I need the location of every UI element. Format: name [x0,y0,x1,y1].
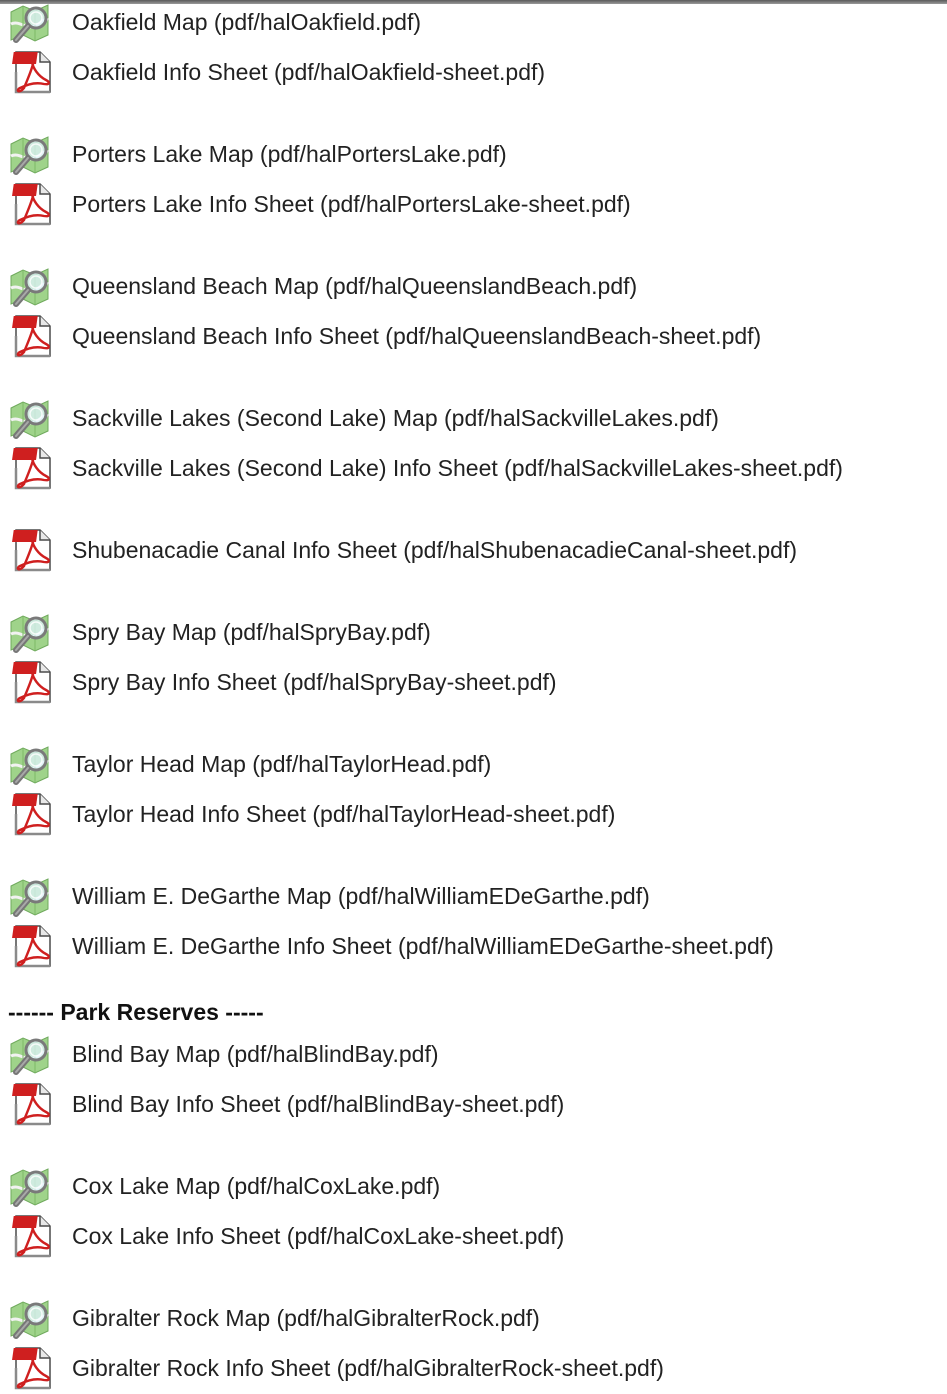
map-link[interactable]: Oakfield Map (pdf/halOakfield.pdf) [0,0,947,44]
info-sheet-link[interactable]: Blind Bay Info Sheet (pdf/halBlindBay-sh… [0,1082,947,1126]
map-link[interactable]: Spry Bay Map (pdf/halSpryBay.pdf) [0,610,947,654]
pdf-icon[interactable] [8,528,56,572]
info-sheet-link-label[interactable]: Cox Lake Info Sheet (pdf/halCoxLake-shee… [72,1214,564,1258]
map-search-icon[interactable] [8,610,56,654]
info-sheet-link[interactable]: Taylor Head Info Sheet (pdf/halTaylorHea… [0,792,947,836]
info-sheet-link[interactable]: Porters Lake Info Sheet (pdf/halPortersL… [0,182,947,226]
map-link-label[interactable]: Oakfield Map (pdf/halOakfield.pdf) [72,0,421,44]
info-sheet-link-label[interactable]: Taylor Head Info Sheet (pdf/halTaylorHea… [72,792,615,836]
map-link-label[interactable]: William E. DeGarthe Map (pdf/halWilliamE… [72,874,650,918]
map-link[interactable]: Gibralter Rock Map (pdf/halGibralterRock… [0,1296,947,1340]
map-link[interactable]: Queensland Beach Map (pdf/halQueenslandB… [0,264,947,308]
info-sheet-link[interactable]: Oakfield Info Sheet (pdf/halOakfield-she… [0,50,947,94]
info-sheet-link[interactable]: William E. DeGarthe Info Sheet (pdf/halW… [0,924,947,968]
info-sheet-link[interactable]: Shubenacadie Canal Info Sheet (pdf/halSh… [0,528,947,572]
info-sheet-link-label[interactable]: William E. DeGarthe Info Sheet (pdf/halW… [72,924,774,968]
map-link-label[interactable]: Porters Lake Map (pdf/halPortersLake.pdf… [72,132,507,176]
info-sheet-link[interactable]: Cox Lake Info Sheet (pdf/halCoxLake-shee… [0,1214,947,1258]
map-search-icon[interactable] [8,396,56,440]
info-sheet-link-label[interactable]: Spry Bay Info Sheet (pdf/halSpryBay-shee… [72,660,557,704]
map-link-label[interactable]: Queensland Beach Map (pdf/halQueenslandB… [72,264,637,308]
info-sheet-link-label[interactable]: Porters Lake Info Sheet (pdf/halPortersL… [72,182,631,226]
map-search-icon[interactable] [8,742,56,786]
pdf-icon[interactable] [8,792,56,836]
info-sheet-link-label[interactable]: Shubenacadie Canal Info Sheet (pdf/halSh… [72,528,797,572]
pdf-icon[interactable] [8,1346,56,1390]
map-link-label[interactable]: Blind Bay Map (pdf/halBlindBay.pdf) [72,1032,439,1076]
pdf-icon[interactable] [8,924,56,968]
map-search-icon[interactable] [8,1164,56,1208]
info-sheet-link-label[interactable]: Sackville Lakes (Second Lake) Info Sheet… [72,446,843,490]
map-search-icon[interactable] [8,264,56,308]
pdf-icon[interactable] [8,660,56,704]
map-link-label[interactable]: Taylor Head Map (pdf/halTaylorHead.pdf) [72,742,491,786]
pdf-icon[interactable] [8,446,56,490]
section-heading: ------ Park Reserves ----- [8,999,264,1025]
pdf-icon[interactable] [8,1082,56,1126]
map-search-icon[interactable] [8,874,56,918]
map-link[interactable]: William E. DeGarthe Map (pdf/halWilliamE… [0,874,947,918]
info-sheet-link-label[interactable]: Oakfield Info Sheet (pdf/halOakfield-she… [72,50,545,94]
info-sheet-link[interactable]: Sackville Lakes (Second Lake) Info Sheet… [0,446,947,490]
pdf-icon[interactable] [8,1214,56,1258]
info-sheet-link[interactable]: Spry Bay Info Sheet (pdf/halSpryBay-shee… [0,660,947,704]
map-link-label[interactable]: Gibralter Rock Map (pdf/halGibralterRock… [72,1296,540,1340]
info-sheet-link-label[interactable]: Queensland Beach Info Sheet (pdf/halQuee… [72,314,761,358]
info-sheet-link[interactable]: Gibralter Rock Info Sheet (pdf/halGibral… [0,1346,947,1390]
map-link-label[interactable]: Cox Lake Map (pdf/halCoxLake.pdf) [72,1164,440,1208]
map-link[interactable]: Cox Lake Map (pdf/halCoxLake.pdf) [0,1164,947,1208]
map-search-icon[interactable] [8,132,56,176]
map-link[interactable]: Blind Bay Map (pdf/halBlindBay.pdf) [0,1032,947,1076]
map-link[interactable]: Sackville Lakes (Second Lake) Map (pdf/h… [0,396,947,440]
info-sheet-link-label[interactable]: Blind Bay Info Sheet (pdf/halBlindBay-sh… [72,1082,564,1126]
map-link[interactable]: Taylor Head Map (pdf/halTaylorHead.pdf) [0,742,947,786]
pdf-icon[interactable] [8,50,56,94]
pdf-icon[interactable] [8,182,56,226]
pdf-icon[interactable] [8,314,56,358]
map-link-label[interactable]: Sackville Lakes (Second Lake) Map (pdf/h… [72,396,719,440]
map-search-icon[interactable] [8,0,56,44]
map-link-label[interactable]: Spry Bay Map (pdf/halSpryBay.pdf) [72,610,431,654]
map-link[interactable]: Porters Lake Map (pdf/halPortersLake.pdf… [0,132,947,176]
map-search-icon[interactable] [8,1296,56,1340]
info-sheet-link-label[interactable]: Gibralter Rock Info Sheet (pdf/halGibral… [72,1346,664,1390]
info-sheet-link[interactable]: Queensland Beach Info Sheet (pdf/halQuee… [0,314,947,358]
map-search-icon[interactable] [8,1032,56,1076]
